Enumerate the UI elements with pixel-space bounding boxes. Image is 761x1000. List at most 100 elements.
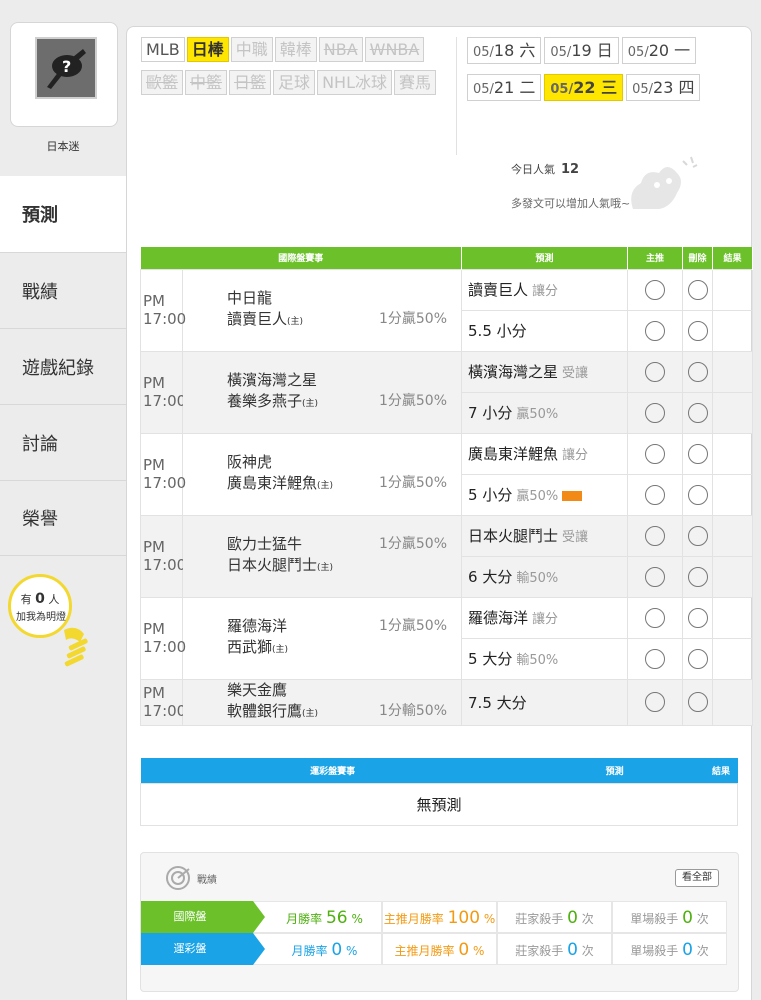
- game-time: PM 17:00: [140, 432, 186, 516]
- delete-cell: [682, 555, 714, 598]
- killer-value: 0: [567, 940, 578, 960]
- date-day: 22: [573, 78, 596, 97]
- league-button[interactable]: 賽馬: [393, 70, 436, 95]
- main-pick-radio[interactable]: [645, 320, 666, 341]
- lottery-header-predict: 預測: [524, 758, 705, 783]
- lottery-empty-text: 無預測: [140, 782, 738, 826]
- sidebar-nav: 預測 戰績 遊戲紀錄 討論 榮譽: [0, 176, 140, 556]
- view-all-button[interactable]: 看全部: [675, 869, 719, 887]
- date-button[interactable]: 05/20 一: [621, 37, 697, 64]
- pick-text: 6 大分: [468, 568, 513, 586]
- delete-cell: [682, 309, 714, 352]
- date-button[interactable]: 05/21 二: [467, 74, 542, 101]
- game-time: PM 17:00: [140, 596, 186, 680]
- fans-add-text: 加我為明燈: [16, 612, 66, 623]
- date-button[interactable]: 05/22 三: [544, 74, 624, 101]
- home-tag: (主): [317, 480, 334, 491]
- main-rate-pct: %: [473, 944, 485, 958]
- league-button[interactable]: 中職: [230, 37, 273, 62]
- main-pick-radio[interactable]: [645, 566, 666, 587]
- date-button[interactable]: 05/23 四: [626, 74, 701, 101]
- game-row: PM 17:00 橫濱海灣之星 養樂多燕子(主) 1分贏50% 橫濱海灣之星 受讓: [140, 350, 754, 434]
- league-button[interactable]: 日籃: [229, 70, 272, 95]
- delete-cell: [682, 514, 714, 557]
- record-title: 戰績: [197, 874, 217, 886]
- pick-detail: 受讓: [562, 530, 589, 545]
- avatar[interactable]: ?: [35, 37, 97, 99]
- main-pick-radio[interactable]: [645, 402, 666, 423]
- delete-radio[interactable]: [687, 361, 708, 382]
- lightbulb-icon: [64, 627, 88, 667]
- monthly-win-rate: 月勝率 56 %: [253, 901, 382, 933]
- killer-label: 莊家殺手: [515, 912, 564, 926]
- prediction-pick: 6 大分 輸50%: [461, 555, 629, 598]
- main-pick-radio[interactable]: [645, 525, 666, 546]
- result-cell: [712, 432, 754, 475]
- league-button[interactable]: 韓棒: [274, 37, 317, 62]
- username: 日本迷: [46, 140, 80, 153]
- delete-radio[interactable]: [687, 607, 708, 628]
- nav-item-discussion[interactable]: 討論: [0, 404, 126, 480]
- main-rate-value: 0: [458, 940, 470, 960]
- league-button[interactable]: 歐籃: [141, 70, 184, 95]
- pick-text: 5 小分: [468, 486, 513, 504]
- date-button[interactable]: 05/19 日: [544, 37, 619, 64]
- league-button[interactable]: WNBA: [364, 37, 425, 62]
- unknown-user-icon: ?: [37, 39, 95, 97]
- main-pick-radio[interactable]: [645, 484, 666, 505]
- delete-radio[interactable]: [687, 648, 708, 669]
- delete-radio[interactable]: [687, 484, 708, 505]
- monthly-value: 0: [331, 940, 343, 960]
- popularity-value: 12: [561, 162, 580, 177]
- date-day: 19: [571, 41, 592, 60]
- home-team-line: 廣島東洋鯉魚(主) 1分贏50%: [227, 473, 461, 497]
- league-button[interactable]: NBA: [318, 37, 363, 62]
- main-pick-radio[interactable]: [645, 443, 666, 464]
- home-team-line: 軟體銀行鷹(主) 1分輸50%: [227, 701, 461, 725]
- fans-lightbulb[interactable]: 有 0 人 加我為明燈: [8, 574, 88, 679]
- date-button[interactable]: 05/18 六: [467, 37, 542, 64]
- main-pick-radio[interactable]: [645, 692, 666, 712]
- main-rate-label: 主推月勝率: [383, 912, 444, 926]
- main-pick-radio[interactable]: [645, 279, 666, 300]
- lottery-header-event: 運彩盤賽事: [140, 758, 525, 783]
- delete-cell: [682, 473, 714, 516]
- nav-item-predict[interactable]: 預測: [0, 176, 140, 252]
- nav-item-honors[interactable]: 榮譽: [0, 480, 126, 556]
- nav-item-game-history[interactable]: 遊戲紀錄: [0, 328, 126, 404]
- league-button[interactable]: NHL冰球: [317, 70, 392, 95]
- league-button[interactable]: 中籃: [185, 70, 228, 95]
- profile-card: ?: [10, 22, 118, 127]
- delete-radio[interactable]: [687, 566, 708, 587]
- prediction-pick: 5 大分 輸50%: [461, 637, 629, 680]
- main-pick-cell: [627, 473, 684, 516]
- home-tag: (主): [287, 316, 304, 327]
- delete-radio[interactable]: [687, 402, 708, 423]
- league-button[interactable]: MLB: [141, 37, 185, 62]
- main-pick-cell: [627, 678, 684, 726]
- game-time: PM 17:00: [140, 678, 186, 726]
- delete-cell: [682, 391, 714, 434]
- record-row-label: 國際盤: [141, 901, 265, 933]
- date-day: 23: [653, 78, 674, 97]
- delete-radio[interactable]: [687, 320, 708, 341]
- delete-radio[interactable]: [687, 279, 708, 300]
- main-pick-radio[interactable]: [645, 607, 666, 628]
- league-button[interactable]: 日棒: [186, 37, 229, 62]
- single-value: 0: [682, 940, 693, 960]
- date-day: 20: [648, 41, 670, 60]
- delete-radio[interactable]: [687, 443, 708, 464]
- pick-detail: 受讓: [562, 366, 589, 381]
- delete-radio[interactable]: [687, 692, 708, 712]
- filter-divider: [456, 37, 457, 155]
- result-cell: [712, 596, 754, 639]
- nav-item-record[interactable]: 戰績: [0, 252, 126, 328]
- home-team-line: 養樂多燕子(主) 1分贏50%: [227, 391, 461, 415]
- date-month: 05/: [632, 82, 654, 97]
- intl-header-main: 主推: [627, 247, 684, 269]
- main-pick-radio[interactable]: [645, 648, 666, 669]
- main-pick-radio[interactable]: [645, 361, 666, 382]
- delete-radio[interactable]: [687, 525, 708, 546]
- pick-detail: 讓分: [562, 448, 589, 463]
- league-button[interactable]: 足球: [273, 70, 316, 95]
